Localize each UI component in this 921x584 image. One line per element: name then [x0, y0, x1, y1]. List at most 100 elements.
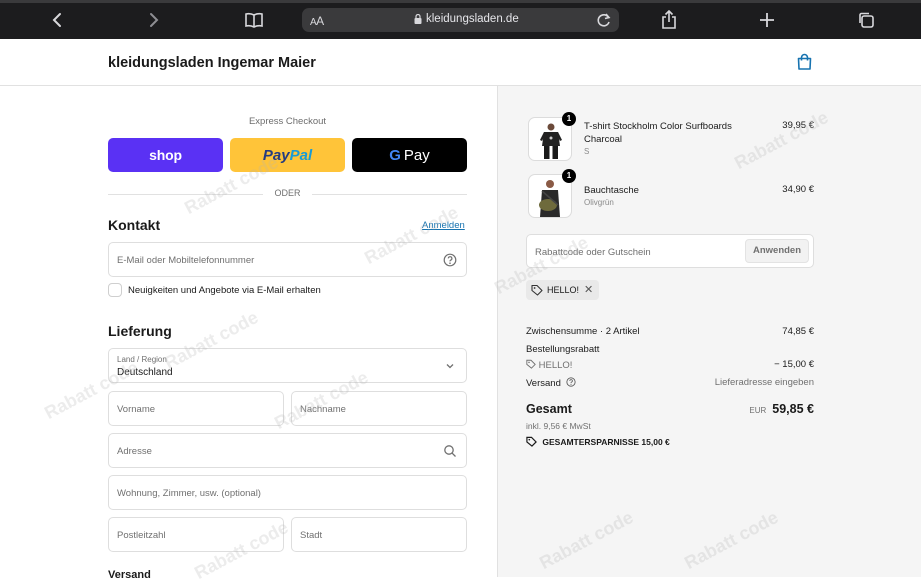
item-price: 34,90 € [782, 184, 814, 195]
tag-icon [531, 284, 543, 296]
city-field[interactable]: Stadt [291, 517, 467, 552]
tag-icon [526, 359, 536, 369]
firstname-field[interactable]: Vorname [108, 391, 284, 426]
apartment-field[interactable]: Wohnung, Zimmer, usw. (optional) [108, 475, 467, 510]
firstname-placeholder: Vorname [117, 404, 156, 415]
total-label: Gesamt [526, 402, 572, 416]
order-summary: 1 T-shirt Stockholm Color Surfboards Cha… [497, 86, 921, 577]
total-row: Gesamt EUR 59,85 € [526, 402, 814, 420]
contact-heading: Kontakt [108, 217, 161, 233]
search-icon [444, 445, 456, 457]
discount-code-row: HELLO! − 15,00 € [526, 359, 814, 373]
total-value: 59,85 € [772, 402, 814, 416]
apply-discount-button[interactable]: Anwenden [745, 239, 809, 263]
lastname-placeholder: Nachname [300, 404, 346, 415]
address-placeholder: Adresse [117, 446, 152, 457]
subtotal-label: Zwischensumme · 2 Artikel [526, 326, 640, 337]
share-icon[interactable] [658, 9, 680, 31]
text-size-button[interactable]: AA [310, 14, 324, 28]
checkout-form: Express Checkout shop Pay Pal G Pay ODER K… [0, 86, 497, 581]
product-thumbnail-tshirt: 1 [528, 112, 576, 161]
reload-icon[interactable] [595, 11, 613, 29]
savings-row: GESAMTERSPARNISSE 15,00 € [526, 436, 814, 450]
email-field[interactable]: E-Mail oder Mobiltelefonnummer [108, 242, 467, 277]
item-price: 39,95 € [782, 120, 814, 131]
tax-row: inkl. 9,56 € MwSt [526, 421, 814, 435]
total-amount: EUR 59,85 € [749, 402, 814, 416]
savings-value: 15,00 € [641, 437, 670, 447]
discount-code-line: HELLO! [526, 359, 572, 371]
discount-code-input[interactable]: Rabattcode oder Gutschein Anwenden [526, 234, 814, 268]
new-tab-icon[interactable] [756, 9, 778, 31]
tax-note: inkl. 9,56 € MwSt [526, 421, 591, 431]
shipping-row: Versand Lieferadresse eingeben [526, 377, 814, 391]
apartment-placeholder: Wohnung, Zimmer, usw. (optional) [117, 488, 261, 499]
toolbar-top-line [0, 0, 921, 3]
bookmarks-icon[interactable] [243, 9, 265, 31]
google-pay-button[interactable]: G Pay [352, 138, 467, 172]
or-divider-label: ODER [274, 188, 301, 198]
discount-code-label: HELLO! [538, 360, 573, 371]
applied-code-text: HELLO! [547, 285, 580, 295]
paypal-button[interactable]: Pay Pal [230, 138, 345, 172]
url-text: kleidungsladen.de [426, 13, 519, 25]
delivery-heading: Lieferung [108, 323, 172, 339]
lastname-field[interactable]: Nachname [291, 391, 467, 426]
shipping-line: Versand [526, 377, 576, 389]
savings-label: GESAMTERSPARNISSE [542, 437, 640, 447]
forward-icon[interactable] [143, 9, 165, 31]
quantity-badge: 1 [562, 169, 576, 183]
tabs-icon[interactable] [855, 9, 877, 31]
divider-line-right [312, 194, 467, 195]
discount-placeholder: Rabattcode oder Gutschein [535, 247, 651, 258]
shipping-label: Versand [526, 378, 561, 389]
address-bar[interactable]: AA kleidungsladen.de [302, 8, 619, 32]
country-select[interactable]: Land / Region Deutschland [108, 348, 467, 383]
item-name: T-shirt Stockholm Color Surfboards Charc… [584, 121, 732, 145]
city-placeholder: Stadt [300, 530, 323, 541]
newsletter-checkbox[interactable] [108, 283, 122, 297]
address-field[interactable]: Adresse [108, 433, 467, 468]
lock-icon [414, 14, 422, 24]
or-divider: ODER [108, 188, 467, 200]
paypal-label-part1: Pay [262, 146, 290, 164]
google-g-icon: G [389, 146, 401, 164]
order-discount-row: Bestellungsrabatt [526, 344, 814, 358]
item-name: Bauchtasche [584, 185, 639, 196]
quantity-badge: 1 [562, 112, 576, 126]
login-link[interactable]: Anmelden [422, 220, 465, 231]
product-thumbnail-beltbag: 1 [528, 169, 576, 218]
currency-code: EUR [749, 406, 767, 415]
shipping-heading: Versand [108, 569, 151, 581]
zip-placeholder: Postleitzahl [117, 530, 166, 541]
newsletter-label: Neuigkeiten und Angebote via E-Mail erha… [128, 285, 321, 296]
country-value: Deutschland [117, 367, 173, 378]
bag-icon[interactable] [796, 53, 813, 71]
order-discount-label: Bestellungsrabatt [526, 344, 600, 355]
country-label: Land / Region [117, 355, 167, 364]
zip-field[interactable]: Postleitzahl [108, 517, 284, 552]
shop-pay-button[interactable]: shop [108, 138, 223, 172]
browser-toolbar: AA kleidungsladen.de [0, 0, 921, 39]
item-variant: Olivgrün [584, 198, 614, 207]
shop-title[interactable]: kleidungsladen Ingemar Maier [108, 55, 316, 71]
savings-line: GESAMTERSPARNISSE 15,00 € [526, 436, 670, 447]
paypal-label-part2: Pal [289, 146, 313, 164]
shop-pay-label: shop [149, 147, 182, 163]
chevron-down-icon [446, 364, 454, 369]
email-placeholder: E-Mail oder Mobiltelefonnummer [117, 255, 255, 266]
remove-code-icon[interactable]: ✕ [584, 283, 593, 296]
express-checkout-label: Express Checkout [248, 116, 327, 127]
discount-value: − 15,00 € [774, 359, 814, 370]
help-icon[interactable] [443, 253, 457, 267]
subtotal-value: 74,85 € [782, 326, 814, 337]
gpay-label: Pay [403, 146, 430, 164]
tag-icon [526, 436, 537, 447]
subtotal-row: Zwischensumme · 2 Artikel 74,85 € [526, 326, 814, 340]
applied-discount-tag: HELLO! ✕ [526, 280, 599, 300]
item-variant: S [584, 147, 590, 156]
shop-header: kleidungsladen Ingemar Maier [0, 39, 921, 86]
help-icon[interactable] [565, 377, 576, 387]
shipping-value: Lieferadresse eingeben [714, 377, 814, 388]
back-icon[interactable] [46, 9, 68, 31]
